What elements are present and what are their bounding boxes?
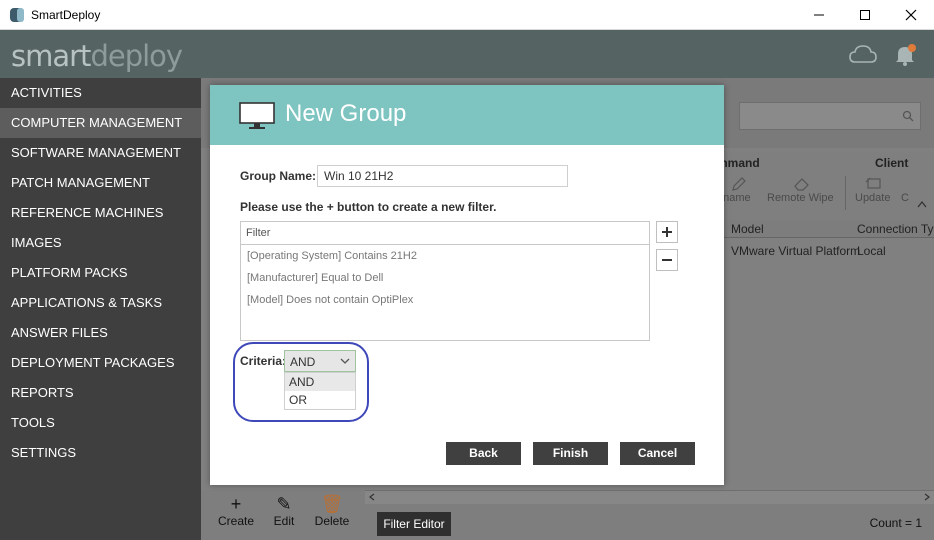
- plus-icon: +: [230, 494, 242, 514]
- minimize-icon: [814, 14, 824, 16]
- sidebar-item-deployment-packages[interactable]: DEPLOYMENT PACKAGES: [0, 348, 201, 378]
- bell-alert-icon[interactable]: [890, 42, 920, 68]
- dialog-title: New Group: [285, 100, 407, 127]
- sidebar-item-settings[interactable]: SETTINGS: [0, 438, 201, 468]
- ribbon-group-client: Client: [875, 156, 909, 170]
- trash-icon: 🗑: [320, 494, 344, 514]
- remote-wipe-button[interactable]: Remote Wipe: [767, 192, 834, 204]
- dialog-header: New Group: [210, 85, 724, 145]
- bottom-action-bar: + Create ✎ Edit 🗑 Delete Filter Editor C…: [201, 490, 934, 540]
- app-header: smartdeploy: [0, 30, 934, 78]
- filter-editor-button[interactable]: Filter Editor: [377, 512, 451, 536]
- sidebar-item-reference-machines[interactable]: REFERENCE MACHINES: [0, 198, 201, 228]
- finish-button[interactable]: Finish: [533, 442, 608, 465]
- filter-list-header: Filter: [241, 222, 649, 245]
- close-window-button[interactable]: [888, 0, 934, 30]
- search-icon: [902, 110, 914, 122]
- sidebar-item-answer-files[interactable]: ANSWER FILES: [0, 318, 201, 348]
- new-group-dialog: New Group Group Name: Win 10 21H2 Please…: [210, 85, 724, 485]
- sidebar-item-tools[interactable]: TOOLS: [0, 408, 201, 438]
- sidebar-nav: ACTIVITIES COMPUTER MANAGEMENT SOFTWARE …: [0, 78, 201, 540]
- close-icon: [905, 9, 917, 21]
- cloud-icon[interactable]: [848, 42, 878, 68]
- horizontal-scrollbar[interactable]: [365, 490, 934, 504]
- filter-instruction: Please use the + button to create a new …: [240, 200, 497, 214]
- eraser-icon: [794, 178, 809, 191]
- edit-button[interactable]: ✎ Edit: [259, 494, 309, 528]
- chevron-up-icon[interactable]: [917, 200, 927, 208]
- sidebar-item-activities[interactable]: ACTIVITIES: [0, 78, 201, 108]
- app-window: SmartDeploy smartdeploy ACTIVITIES COMPU…: [0, 0, 934, 540]
- add-filter-button[interactable]: [656, 221, 678, 243]
- filter-row[interactable]: [Manufacturer] Equal to Dell: [247, 272, 383, 284]
- window-titlebar: SmartDeploy: [0, 0, 934, 30]
- minus-icon: [662, 259, 672, 261]
- smartdeploy-logo: smartdeploy: [11, 39, 183, 73]
- ribbon-divider: [845, 176, 846, 210]
- sidebar-item-patch-management[interactable]: PATCH MANAGEMENT: [0, 168, 201, 198]
- column-header-connection-type[interactable]: Connection Typ: [857, 222, 934, 236]
- cell-model: VMware Virtual Platform: [731, 244, 861, 258]
- column-header-model[interactable]: Model: [731, 222, 764, 236]
- sidebar-item-applications-tasks[interactable]: APPLICATIONS & TASKS: [0, 288, 201, 318]
- record-count: Count = 1: [869, 516, 922, 530]
- highlight-annotation: [233, 342, 369, 422]
- sidebar-item-reports[interactable]: REPORTS: [0, 378, 201, 408]
- maximize-icon: [860, 10, 870, 20]
- delete-button[interactable]: 🗑 Delete: [307, 494, 357, 528]
- plus-icon: [662, 227, 672, 237]
- remove-filter-button[interactable]: [656, 249, 678, 271]
- group-name-label: Group Name:: [240, 169, 317, 183]
- pencil-icon: ✎: [276, 494, 292, 514]
- monitor-icon: [239, 102, 275, 129]
- chevron-left-icon[interactable]: [368, 493, 376, 501]
- rename-pencil-icon: [732, 177, 746, 191]
- filter-list: Filter [Operating System] Contains 21H2 …: [240, 221, 650, 341]
- cancel-button[interactable]: Cancel: [620, 442, 695, 465]
- smartdeploy-app-icon: [10, 8, 24, 22]
- sidebar-item-images[interactable]: IMAGES: [0, 228, 201, 258]
- filter-row[interactable]: [Model] Does not contain OptiPlex: [247, 294, 413, 306]
- group-name-input[interactable]: Win 10 21H2: [317, 165, 568, 187]
- grid-header: Model Connection Typ: [711, 220, 934, 238]
- create-button[interactable]: + Create: [211, 494, 261, 528]
- minimize-button[interactable]: [796, 0, 842, 30]
- sidebar-item-software-management[interactable]: SOFTWARE MANAGEMENT: [0, 138, 201, 168]
- update-icon: [865, 177, 881, 189]
- back-button[interactable]: Back: [446, 442, 521, 465]
- cell-connection-type: Local: [857, 244, 886, 258]
- ribbon-panel: mmand Client ename Remote Wipe Update C: [711, 152, 934, 222]
- chevron-right-icon[interactable]: [923, 493, 931, 501]
- maximize-button[interactable]: [842, 0, 888, 30]
- update-button[interactable]: Update: [855, 192, 890, 204]
- filter-row[interactable]: [Operating System] Contains 21H2: [247, 250, 417, 262]
- sidebar-item-computer-management[interactable]: COMPUTER MANAGEMENT: [0, 108, 201, 138]
- computer-search-input[interactable]: [739, 102, 921, 130]
- window-title: SmartDeploy: [31, 8, 101, 22]
- ribbon-cut-off-button[interactable]: C: [901, 192, 909, 204]
- sidebar-item-platform-packs[interactable]: PLATFORM PACKS: [0, 258, 201, 288]
